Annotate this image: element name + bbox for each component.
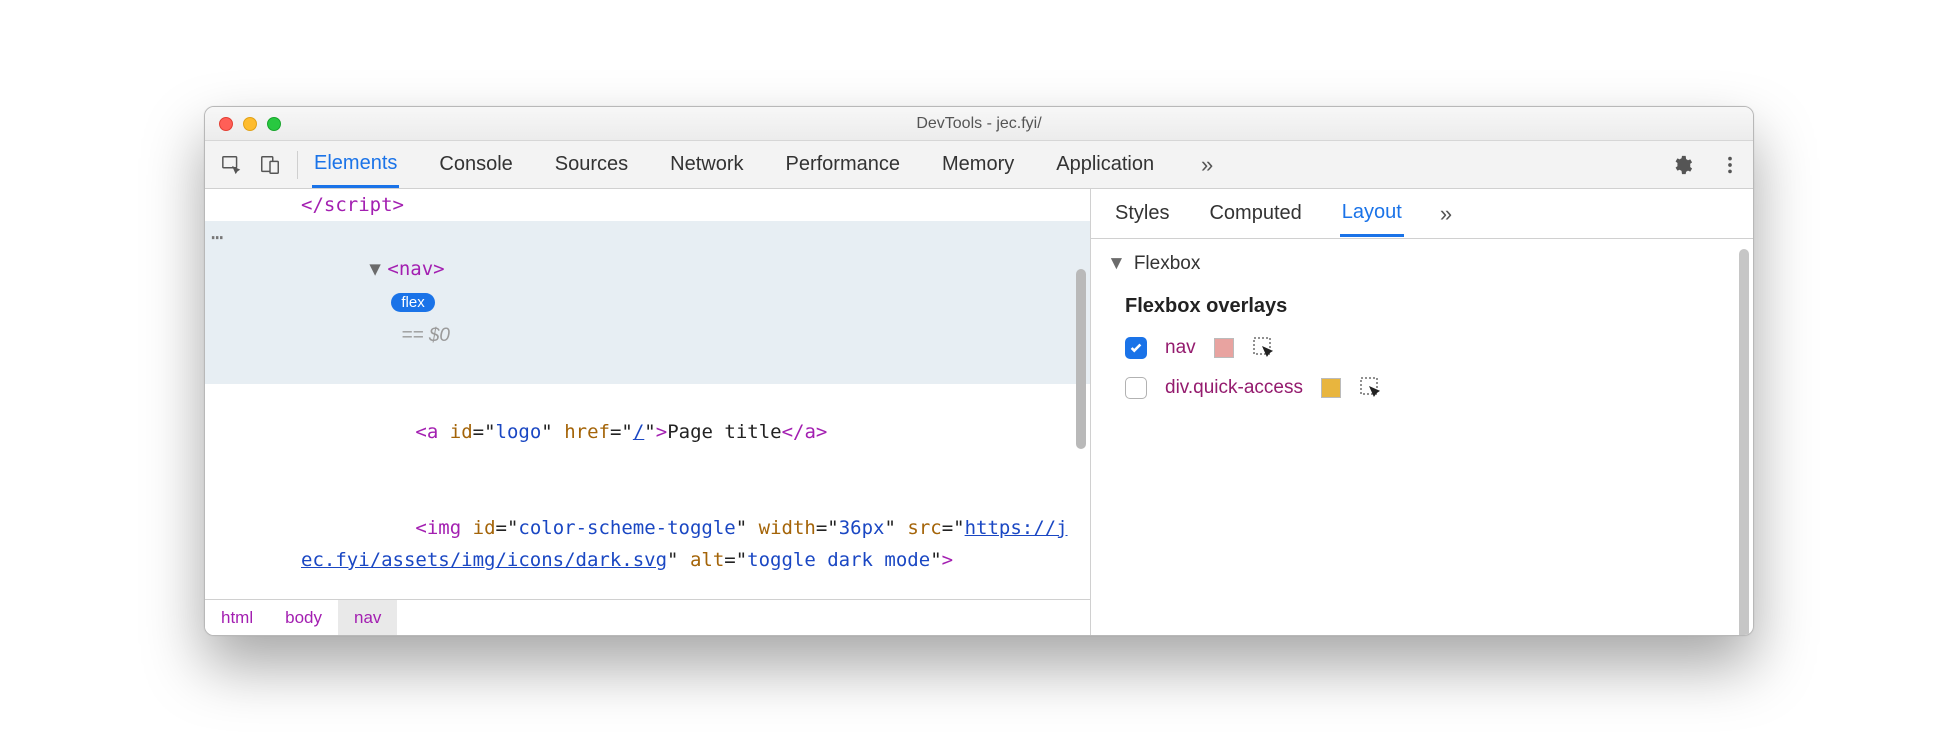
scrollbar-thumb[interactable] xyxy=(1076,269,1086,449)
overlay-checkbox[interactable] xyxy=(1125,337,1147,359)
overlay-label[interactable]: div.quick-access xyxy=(1165,377,1303,399)
color-swatch[interactable] xyxy=(1321,378,1341,398)
scrollbar-thumb[interactable] xyxy=(1739,249,1749,636)
tab-layout[interactable]: Layout xyxy=(1340,191,1404,237)
color-swatch[interactable] xyxy=(1214,338,1234,358)
overlays-heading: Flexbox overlays xyxy=(1091,281,1753,328)
dom-script-close[interactable]: </script> xyxy=(205,189,1090,221)
zoom-window-button[interactable] xyxy=(267,117,281,131)
window-controls xyxy=(205,117,281,131)
element-picker-icon[interactable] xyxy=(1359,376,1383,400)
separator xyxy=(297,151,298,179)
devtools-window: DevTools - jec.fyi/ Elements Console Sou… xyxy=(204,106,1754,636)
dom-a-element[interactable]: <a id="logo" href="/">Page title</a> xyxy=(205,384,1090,480)
minimize-window-button[interactable] xyxy=(243,117,257,131)
inspect-element-icon[interactable] xyxy=(219,152,245,178)
close-window-button[interactable] xyxy=(219,117,233,131)
titlebar: DevTools - jec.fyi/ xyxy=(205,107,1753,141)
main-toolbar: Elements Console Sources Network Perform… xyxy=(205,141,1753,189)
breadcrumb: html body nav xyxy=(205,599,1090,635)
crumb-html[interactable]: html xyxy=(205,600,269,635)
tab-computed[interactable]: Computed xyxy=(1207,192,1303,235)
kebab-menu-icon[interactable] xyxy=(1717,152,1743,178)
overlay-label[interactable]: nav xyxy=(1165,337,1196,359)
dom-img-element[interactable]: <img id="color-scheme-toggle" width="36p… xyxy=(205,480,1090,599)
flexbox-section-header[interactable]: ▼ Flexbox xyxy=(1091,239,1753,281)
elements-panel: </script> ▼<nav> flex == $0 <a id="logo"… xyxy=(205,189,1091,635)
styles-sidebar: Styles Computed Layout » ▼ Flexbox Flexb… xyxy=(1091,189,1753,635)
window-title: DevTools - jec.fyi/ xyxy=(205,115,1753,133)
tab-performance[interactable]: Performance xyxy=(784,143,903,186)
sidebar-tabs: Styles Computed Layout » xyxy=(1091,189,1753,239)
settings-icon[interactable] xyxy=(1669,152,1695,178)
content: </script> ▼<nav> flex == $0 <a id="logo"… xyxy=(205,189,1753,635)
overlay-row-nav: nav xyxy=(1091,328,1753,368)
panel-tabs: Elements Console Sources Network Perform… xyxy=(312,142,1669,188)
disclosure-triangle-down-icon[interactable]: ▼ xyxy=(1107,253,1126,275)
flex-badge[interactable]: flex xyxy=(391,293,434,312)
tab-console[interactable]: Console xyxy=(437,143,514,186)
crumb-nav[interactable]: nav xyxy=(338,600,397,635)
section-title: Flexbox xyxy=(1134,253,1201,275)
more-sidebar-tabs-icon[interactable]: » xyxy=(1440,201,1452,227)
overlay-row-quick-access: div.quick-access xyxy=(1091,368,1753,408)
tab-memory[interactable]: Memory xyxy=(940,143,1016,186)
tab-styles[interactable]: Styles xyxy=(1113,192,1171,235)
dom-tree[interactable]: </script> ▼<nav> flex == $0 <a id="logo"… xyxy=(205,189,1090,599)
console-reference: == $0 xyxy=(401,325,450,346)
more-tabs-icon[interactable]: » xyxy=(1194,152,1220,178)
crumb-body[interactable]: body xyxy=(269,600,338,635)
tab-network[interactable]: Network xyxy=(668,143,745,186)
tab-elements[interactable]: Elements xyxy=(312,142,399,188)
tab-application[interactable]: Application xyxy=(1054,143,1156,186)
device-toolbar-icon[interactable] xyxy=(257,152,283,178)
disclosure-triangle-down-icon[interactable]: ▼ xyxy=(369,253,387,285)
tab-sources[interactable]: Sources xyxy=(553,143,630,186)
element-picker-icon[interactable] xyxy=(1252,336,1276,360)
overlay-checkbox[interactable] xyxy=(1125,377,1147,399)
dom-nav-open[interactable]: ▼<nav> flex == $0 xyxy=(205,221,1090,384)
